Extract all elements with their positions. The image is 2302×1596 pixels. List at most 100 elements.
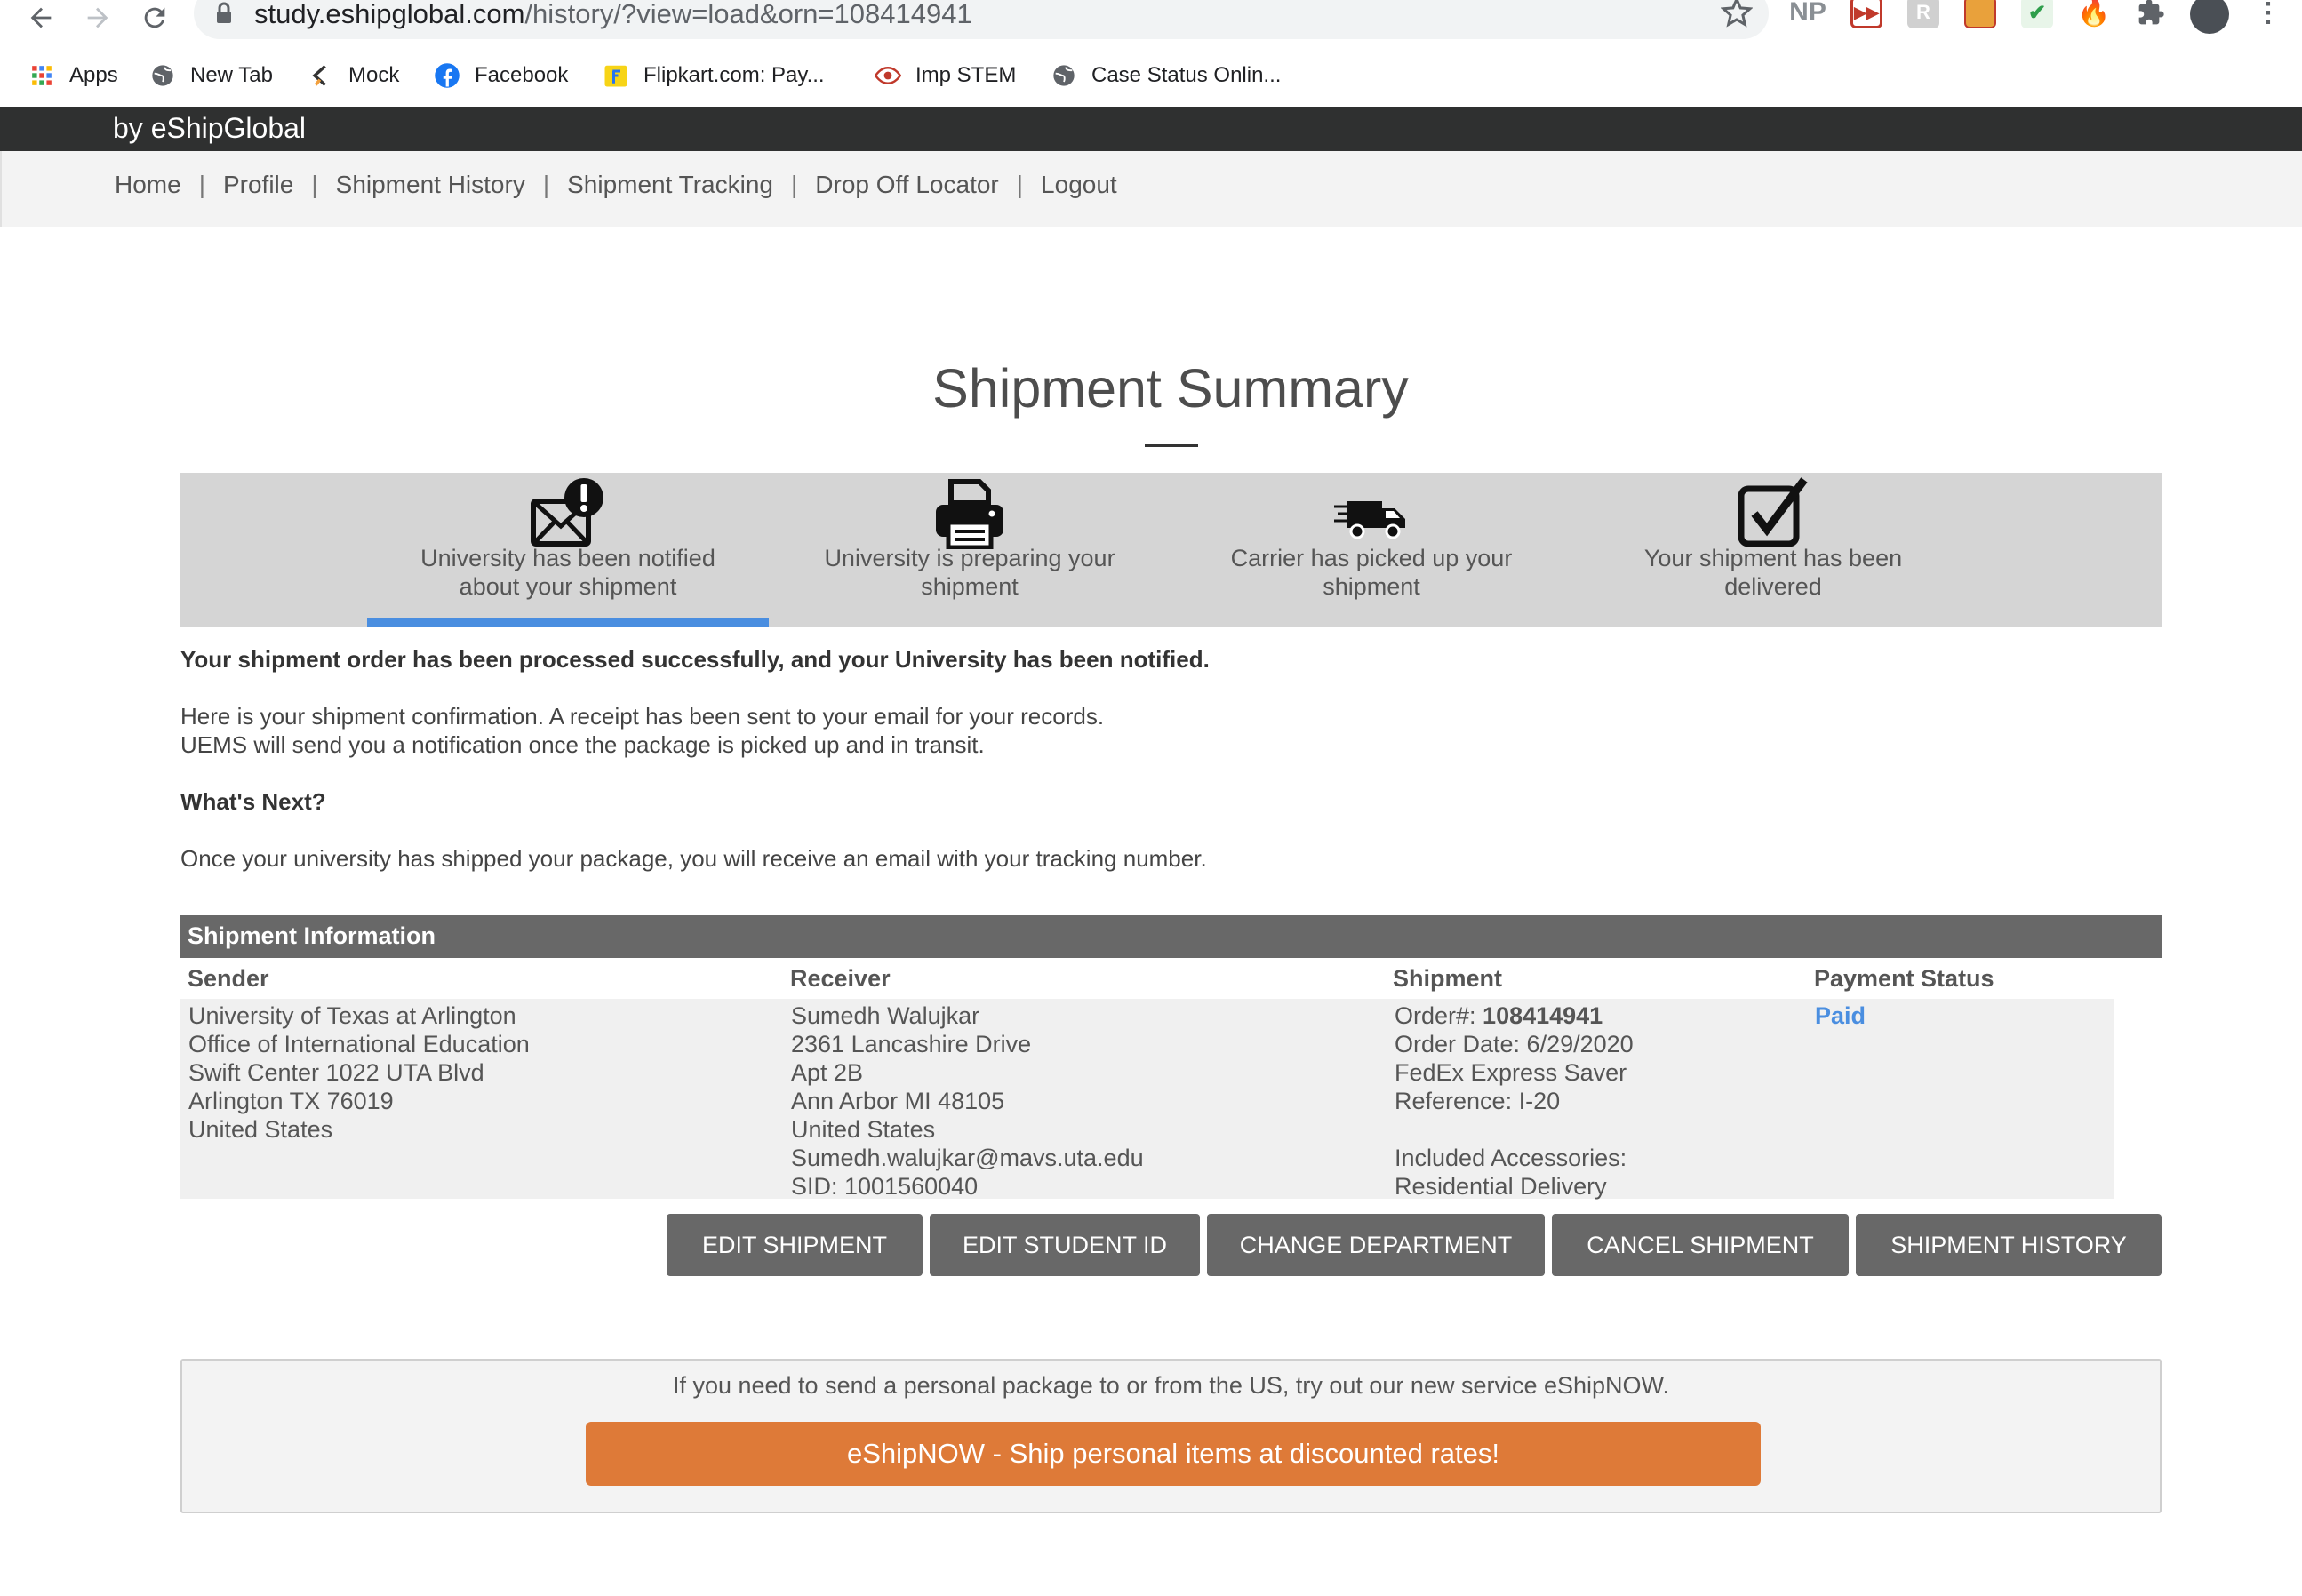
r-extension-icon[interactable]: R [1907, 0, 1939, 28]
shipment-progress-steps: University has been notified about your s… [180, 473, 2162, 627]
browser-menu-icon[interactable]: ⋮ [2252, 0, 2284, 28]
back-arrow-icon [30, 7, 52, 28]
globe-icon [149, 62, 176, 89]
np-extension-icon[interactable]: NP [1789, 0, 1826, 28]
back-button[interactable] [21, 0, 60, 36]
cancel-shipment-button[interactable]: CANCEL SHIPMENT [1552, 1214, 1849, 1276]
mail-alert-icon [531, 478, 603, 547]
receiver-line: 2361 Lancashire Drive [791, 1031, 1032, 1057]
nav-drop-off-locator[interactable]: Drop Off Locator [815, 171, 998, 199]
bookmark-mock[interactable]: Mock [308, 55, 399, 96]
page-title: Shipment Summary [932, 358, 1409, 419]
order-date: Order Date: 6/29/2020 [1395, 1031, 1634, 1057]
forward-button[interactable] [78, 0, 117, 36]
nav-separator: | [791, 171, 798, 198]
sender-line: Swift Center 1022 UTA Blvd [188, 1059, 484, 1086]
payment-details: Paid [1815, 1001, 1866, 1030]
sender-line: Office of International Education [188, 1031, 530, 1057]
step-preparing-label: University is preparing your shipment [824, 545, 1115, 600]
success-message: Your shipment order has been processed s… [180, 646, 1210, 673]
bookmark-case-status[interactable]: Case Status Onlin... [1051, 55, 1281, 96]
nav-separator: | [311, 171, 318, 198]
apps-grid-icon [28, 62, 55, 89]
bookmark-flipkart[interactable]: Flipkart.com: Pay... [603, 55, 825, 96]
order-number: 108414941 [1483, 1002, 1603, 1029]
payment-status-header: Payment Status [1814, 965, 1994, 992]
receiver-line: Ann Arbor MI 48105 [791, 1088, 1005, 1114]
bookmark-new-tab[interactable]: New Tab [149, 55, 273, 96]
step-delivered: Your shipment has been delivered [1572, 473, 1974, 627]
nav-home[interactable]: Home [115, 171, 181, 199]
title-underline [1145, 444, 1198, 447]
step-notified: University has been notified about your s… [367, 473, 769, 627]
step-picked-up-label: Carrier has picked up your shipment [1230, 545, 1513, 600]
bookmark-star-icon[interactable] [1721, 0, 1753, 28]
step-delivered-label: Your shipment has been delivered [1643, 545, 1903, 600]
puzzle-extensions-icon[interactable] [2135, 0, 2167, 28]
shipment-reference: Reference: I-20 [1395, 1088, 1561, 1114]
site-brand[interactable]: by eShipGlobal [113, 112, 306, 145]
receiver-email: Sumedh.walujkar@mavs.uta.edu [791, 1145, 1144, 1171]
change-department-button[interactable]: CHANGE DEPARTMENT [1207, 1214, 1545, 1276]
confirmation-line-1: Here is your shipment confirmation. A re… [180, 703, 1105, 730]
whats-next-heading: What's Next? [180, 788, 326, 815]
payment-status-badge: Paid [1815, 1002, 1866, 1029]
sender-line: Arlington TX 76019 [188, 1088, 394, 1114]
main-navigation: Home | Profile | Shipment History | Ship… [0, 151, 2302, 227]
nav-profile[interactable]: Profile [223, 171, 293, 199]
edit-shipment-button[interactable]: EDIT SHIPMENT [667, 1214, 923, 1276]
image-extension-icon[interactable] [1964, 0, 1996, 28]
step-notified-label: University has been notified about your s… [420, 545, 715, 600]
order-number-line: Order#: 108414941 [1395, 1002, 1603, 1029]
accessories-value: Residential Delivery [1395, 1173, 1607, 1200]
globe-icon [1051, 62, 1077, 89]
shipment-header: Shipment [1393, 965, 1503, 992]
nav-logout[interactable]: Logout [1041, 171, 1117, 199]
facebook-icon [434, 62, 460, 89]
nav-separator: | [1016, 171, 1024, 198]
shipment-info-title: Shipment Information [188, 922, 436, 949]
accessories-label: Included Accessories: [1395, 1145, 1627, 1171]
receiver-details: Sumedh Walujkar 2361 Lancashire Drive Ap… [791, 1001, 1144, 1201]
eye-icon [875, 62, 901, 89]
step-preparing: University is preparing your shipment [769, 473, 1171, 627]
shipment-info-header: Shipment Information [180, 915, 2162, 958]
step-picked-up: Carrier has picked up your shipment [1171, 473, 1572, 627]
eshipnow-promo: If you need to send a personal package t… [180, 1359, 2162, 1513]
edit-student-id-button[interactable]: EDIT STUDENT ID [930, 1214, 1200, 1276]
receiver-line: United States [791, 1116, 936, 1143]
truck-icon [1334, 501, 1405, 539]
forward-arrow-icon [87, 7, 108, 28]
sender-details: University of Texas at Arlington Office … [188, 1001, 530, 1144]
checkbox-icon [1738, 477, 1808, 547]
shipment-history-button[interactable]: SHIPMENT HISTORY [1856, 1214, 2162, 1276]
sender-line: University of Texas at Arlington [188, 1002, 516, 1029]
receiver-line: Apt 2B [791, 1059, 864, 1086]
fire-extension-icon[interactable]: 🔥 [2077, 0, 2110, 28]
nav-separator: | [198, 171, 205, 198]
video-extension-icon[interactable]: ▶▶ [1850, 0, 1882, 28]
nav-shipment-history[interactable]: Shipment History [336, 171, 525, 199]
check-extension-icon[interactable]: ✔ [2021, 0, 2053, 28]
reload-icon [144, 7, 165, 28]
flipkart-icon [603, 62, 629, 89]
reload-button[interactable] [135, 0, 174, 36]
bookmark-apps[interactable]: Apps [28, 55, 118, 96]
profile-avatar[interactable] [2190, 0, 2229, 34]
eshipnow-button[interactable]: eShipNOW - Ship personal items at discou… [586, 1422, 1761, 1486]
url-text: study.eshipglobal.com/history/?view=load… [254, 0, 972, 29]
lock-icon [217, 2, 231, 23]
bookmarks-bar: Apps New Tab Mock Facebook Flipkart.com:… [0, 55, 2302, 96]
sender-header: Sender [188, 965, 269, 992]
site-header: by eShipGlobal [0, 107, 2302, 151]
address-bar[interactable]: study.eshipglobal.com/history/?view=load… [194, 0, 1769, 39]
nav-shipment-tracking[interactable]: Shipment Tracking [567, 171, 773, 199]
printer-icon [936, 479, 1003, 549]
bookmark-imp-stem[interactable]: Imp STEM [875, 55, 1016, 96]
step-active-indicator [367, 618, 769, 627]
receiver-header: Receiver [790, 965, 891, 992]
shipment-details: Order#: 108414941 Order Date: 6/29/2020 … [1395, 1001, 1634, 1201]
mock-icon [308, 62, 334, 89]
bookmark-facebook[interactable]: Facebook [434, 55, 568, 96]
confirmation-line-2: UEMS will send you a notification once t… [180, 731, 985, 758]
